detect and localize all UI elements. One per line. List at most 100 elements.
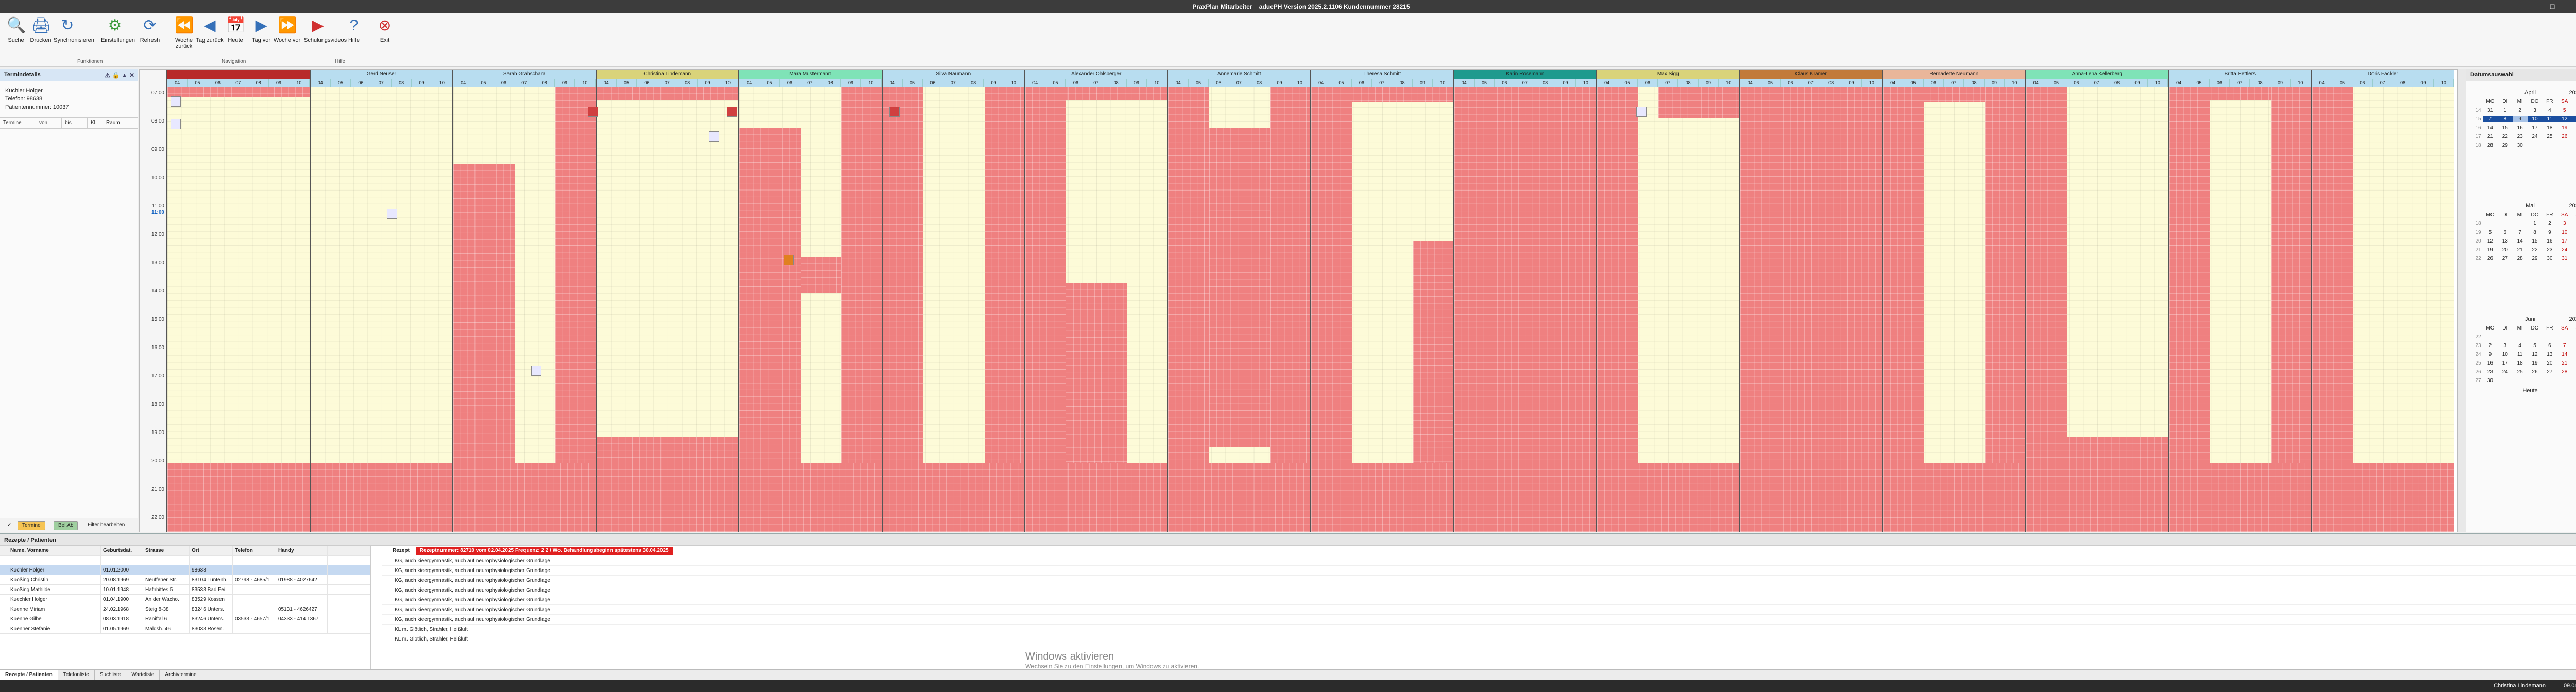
- column-header[interactable]: Handy: [276, 546, 328, 555]
- filter-termine[interactable]: Termine: [0, 118, 36, 128]
- ribbon-1-button[interactable]: 🖨 Drucken: [27, 16, 55, 57]
- column-body[interactable]: [1168, 87, 1311, 532]
- schedule-grid[interactable]: 07:00 08:00 09:00 10:00 11:00 12:00 13:00 14:00…: [139, 69, 2458, 532]
- day-cell[interactable]: [2498, 334, 2513, 340]
- column-body[interactable]: [1740, 87, 1883, 532]
- appointment-marker[interactable]: [727, 107, 737, 117]
- column-body[interactable]: [2169, 87, 2312, 532]
- column-header[interactable]: Telefon: [233, 546, 276, 555]
- column-body[interactable]: [1025, 87, 1168, 532]
- provider-column[interactable]: Britta Hettlers 04 05 06 07 08 09 10: [2168, 70, 2312, 532]
- day-cell[interactable]: 8: [2572, 343, 2576, 349]
- day-cell[interactable]: 27: [2498, 256, 2513, 262]
- appointment-marker[interactable]: [387, 209, 397, 219]
- day-cell[interactable]: [2528, 378, 2543, 384]
- provider-column[interactable]: Max Sigg 04 05 06 07 08 09 10: [1596, 70, 1740, 532]
- day-cell[interactable]: 10: [2498, 352, 2513, 357]
- provider-column[interactable]: 04 05 06 07 08 09 10: [166, 70, 311, 532]
- day-cell[interactable]: 28: [2483, 143, 2498, 148]
- day-cell[interactable]: 4: [2572, 221, 2576, 227]
- day-cell[interactable]: 5: [2483, 230, 2498, 235]
- filter-cell[interactable]: [101, 556, 143, 565]
- provider-column[interactable]: Annemarie Schmitt 04 05 06 07 08 09 10: [1167, 70, 1311, 532]
- filter-raum[interactable]: Raum: [103, 118, 137, 128]
- day-cell[interactable]: 9: [2483, 352, 2498, 357]
- provider-column[interactable]: Claus Kramer 04 05 06 07 08 09 10: [1739, 70, 1883, 532]
- day-cell[interactable]: 7: [2513, 230, 2528, 235]
- filter-row[interactable]: [0, 556, 370, 565]
- day-cell[interactable]: 24: [2528, 134, 2543, 140]
- day-cell[interactable]: 22: [2528, 247, 2543, 253]
- month-grid[interactable]: MODIMIDOFRSASO18123419567891011201213141…: [2473, 212, 2576, 262]
- table-row[interactable]: Kuenne Gilbe 08.03.1918 Raniftal 6 83246 Un…: [0, 614, 370, 624]
- day-cell[interactable]: 1: [2572, 334, 2576, 340]
- ribbon-8-button[interactable]: ▶ Tag vor: [247, 16, 275, 57]
- provider-column[interactable]: Gerd Neuser 04 05 06 07 08 09 10: [309, 70, 453, 532]
- schedule-scrollbar[interactable]: [2458, 69, 2466, 532]
- day-cell[interactable]: 6: [2542, 343, 2557, 349]
- bottom-tab[interactable]: Suchliste: [95, 670, 127, 680]
- day-cell[interactable]: 13: [2542, 352, 2557, 357]
- belab-toggle[interactable]: Bel.Ab: [54, 521, 78, 530]
- panel-actions[interactable]: ⚠ 🔒 ▲ ✕: [105, 72, 134, 79]
- day-cell[interactable]: 21: [2557, 360, 2572, 366]
- ribbon-2-button[interactable]: ↻ Synchronisieren: [54, 16, 94, 57]
- day-cell[interactable]: 15: [2572, 352, 2576, 357]
- minimize-button[interactable]: —: [2521, 2, 2528, 10]
- provider-column[interactable]: Alexander Ohlsberger 04 05 06 07 08 09 10: [1024, 70, 1168, 532]
- day-cell[interactable]: 8: [2528, 230, 2543, 235]
- day-cell[interactable]: 15: [2498, 125, 2513, 131]
- day-cell[interactable]: 22: [2498, 134, 2513, 140]
- day-cell[interactable]: 4: [2513, 343, 2528, 349]
- day-cell[interactable]: 12: [2557, 116, 2572, 122]
- day-cell[interactable]: 11: [2513, 352, 2528, 357]
- column-header[interactable]: Geburtsdat.: [101, 546, 143, 555]
- day-cell[interactable]: [2572, 256, 2576, 262]
- ribbon-4-button[interactable]: ⟳ Refresh: [136, 16, 164, 57]
- day-cell[interactable]: 18: [2513, 360, 2528, 366]
- day-cell[interactable]: 21: [2513, 247, 2528, 253]
- day-cell[interactable]: 9: [2512, 116, 2528, 122]
- day-cell[interactable]: 20: [2498, 247, 2513, 253]
- day-cell[interactable]: [2542, 143, 2557, 148]
- day-cell[interactable]: [2513, 221, 2528, 227]
- provider-column[interactable]: Theresa Schmitt 04 05 06 07 08 09 10: [1310, 70, 1454, 532]
- day-cell[interactable]: [2557, 334, 2572, 340]
- day-cell[interactable]: 3: [2498, 343, 2513, 349]
- provider-column[interactable]: Silva Naumann 04 05 06 07 08 09 10: [881, 70, 1025, 532]
- appointment-marker[interactable]: [588, 107, 598, 117]
- day-cell[interactable]: 25: [2542, 134, 2557, 140]
- day-cell[interactable]: 12: [2483, 238, 2498, 244]
- day-cell[interactable]: 3: [2528, 108, 2543, 113]
- day-cell[interactable]: 22: [2572, 360, 2576, 366]
- column-body[interactable]: [2026, 87, 2169, 532]
- day-cell[interactable]: 2: [2483, 343, 2498, 349]
- filter-cell[interactable]: [0, 556, 8, 565]
- ribbon-9-button[interactable]: ⏩ Woche vor: [273, 16, 301, 57]
- month-calendar[interactable]: Juni2025MODIMIDOFRSASO221232345678249101…: [2473, 316, 2576, 394]
- day-cell[interactable]: 1: [2528, 221, 2543, 227]
- day-cell[interactable]: 23: [2513, 134, 2528, 140]
- day-cell[interactable]: 14: [2513, 238, 2528, 244]
- column-body[interactable]: [1883, 87, 2026, 532]
- day-cell[interactable]: 26: [2528, 369, 2543, 375]
- filter-cell[interactable]: [143, 556, 190, 565]
- day-cell[interactable]: 18: [2572, 238, 2576, 244]
- day-cell[interactable]: 20: [2572, 125, 2576, 131]
- month-grid[interactable]: MODIMIDOFRSASO22123234567824910111213141…: [2473, 325, 2576, 384]
- day-cell[interactable]: 8: [2497, 116, 2513, 122]
- day-cell[interactable]: [2572, 378, 2576, 384]
- day-cell[interactable]: [2542, 334, 2557, 340]
- ribbon-0-button[interactable]: 🔍 Suche: [2, 16, 30, 57]
- day-cell[interactable]: 23: [2483, 369, 2498, 375]
- filter-bis[interactable]: bis: [62, 118, 88, 128]
- column-body[interactable]: [1454, 87, 1597, 532]
- day-cell[interactable]: 25: [2572, 247, 2576, 253]
- day-cell[interactable]: 13: [2572, 116, 2576, 122]
- day-cell[interactable]: 18: [2542, 125, 2557, 131]
- month-calendar[interactable]: Mai2025MODIMIDOFRSASO1812341956789101120…: [2473, 203, 2576, 262]
- column-body[interactable]: [1311, 87, 1454, 532]
- day-cell[interactable]: 21: [2483, 134, 2498, 140]
- day-cell[interactable]: 17: [2498, 360, 2513, 366]
- bottom-tab[interactable]: Rezepte / Patienten: [0, 670, 58, 680]
